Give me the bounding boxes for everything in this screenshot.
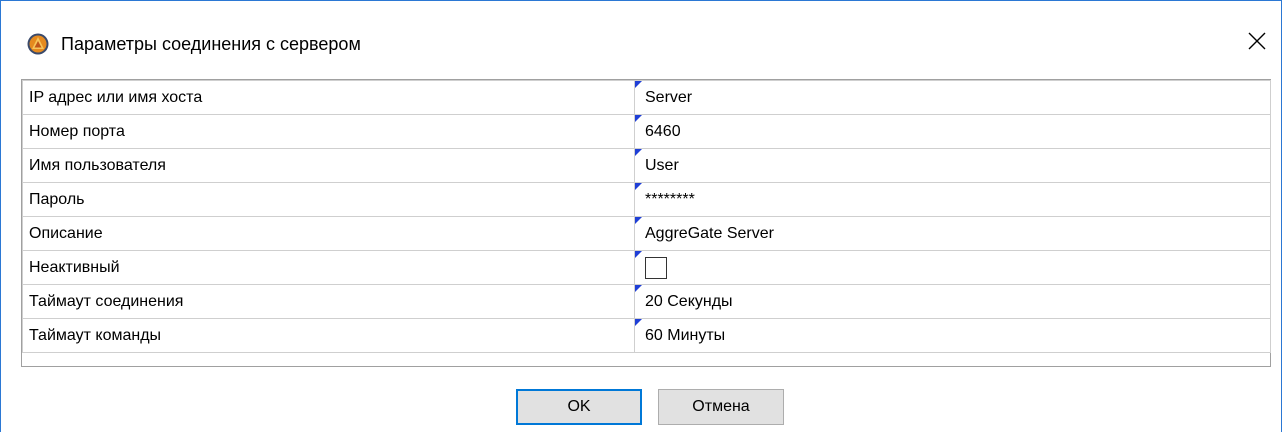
description-value[interactable]: AggreGate Server bbox=[634, 216, 1271, 251]
description-value-text: AggreGate Server bbox=[645, 224, 774, 242]
close-button[interactable] bbox=[1241, 27, 1273, 59]
connection-dialog: Параметры соединения с сервером IP адрес… bbox=[0, 0, 1282, 432]
cancel-button[interactable]: Отмена bbox=[658, 389, 784, 425]
table-row: Имя пользователя User bbox=[22, 148, 1271, 183]
port-value-text: 6460 bbox=[645, 122, 681, 140]
edit-marker bbox=[635, 251, 642, 258]
property-name: IP адрес или имя хоста bbox=[22, 80, 635, 115]
table-row: Описание AggreGate Server bbox=[22, 216, 1271, 251]
property-name: Неактивный bbox=[22, 250, 635, 285]
edit-marker bbox=[635, 149, 642, 156]
inactive-value bbox=[634, 250, 1271, 285]
password-value[interactable]: ******** bbox=[634, 182, 1271, 217]
username-value-text: User bbox=[645, 156, 679, 174]
table-row: Неактивный bbox=[22, 250, 1271, 285]
property-name: Имя пользователя bbox=[22, 148, 635, 183]
command-timeout-value[interactable]: 60 Минуты bbox=[634, 318, 1271, 353]
host-value-text: Server bbox=[645, 88, 693, 106]
property-name: Номер порта bbox=[22, 114, 635, 149]
edit-marker bbox=[635, 81, 642, 88]
dialog-title: Параметры соединения с сервером bbox=[61, 34, 361, 54]
property-name: Таймаут команды bbox=[22, 318, 635, 353]
username-value[interactable]: User bbox=[634, 148, 1271, 183]
property-name: Таймаут соединения bbox=[22, 284, 635, 319]
table-row: Пароль ******** bbox=[22, 182, 1271, 217]
property-name: Пароль bbox=[22, 182, 635, 217]
aggregate-logo-icon bbox=[27, 33, 49, 55]
property-name: Описание bbox=[22, 216, 635, 251]
port-value[interactable]: 6460 bbox=[634, 114, 1271, 149]
table-row: Таймаут соединения 20 Секунды bbox=[22, 284, 1271, 319]
title-bar: Параметры соединения с сервером bbox=[1, 1, 1281, 61]
password-value-text: ******** bbox=[645, 190, 695, 208]
command-timeout-text: 60 Минуты bbox=[645, 326, 726, 344]
connection-timeout-value[interactable]: 20 Секунды bbox=[634, 284, 1271, 319]
edit-marker bbox=[635, 319, 642, 326]
table-row: Номер порта 6460 bbox=[22, 114, 1271, 149]
edit-marker bbox=[635, 115, 642, 122]
properties-table: IP адрес или имя хоста Server Номер порт… bbox=[22, 80, 1271, 353]
close-icon bbox=[1248, 32, 1266, 55]
connection-timeout-text: 20 Секунды bbox=[645, 292, 733, 310]
table-row: IP адрес или имя хоста Server bbox=[22, 80, 1271, 115]
table-row: Таймаут команды 60 Минуты bbox=[22, 318, 1271, 353]
ok-button[interactable]: OK bbox=[516, 389, 642, 425]
edit-marker bbox=[635, 217, 642, 224]
button-bar: OK Отмена bbox=[1, 389, 1282, 429]
host-value[interactable]: Server bbox=[634, 80, 1271, 115]
edit-marker bbox=[635, 183, 642, 190]
properties-grid: IP адрес или имя хоста Server Номер порт… bbox=[21, 79, 1271, 367]
inactive-checkbox[interactable] bbox=[645, 256, 667, 279]
edit-marker bbox=[635, 285, 642, 292]
